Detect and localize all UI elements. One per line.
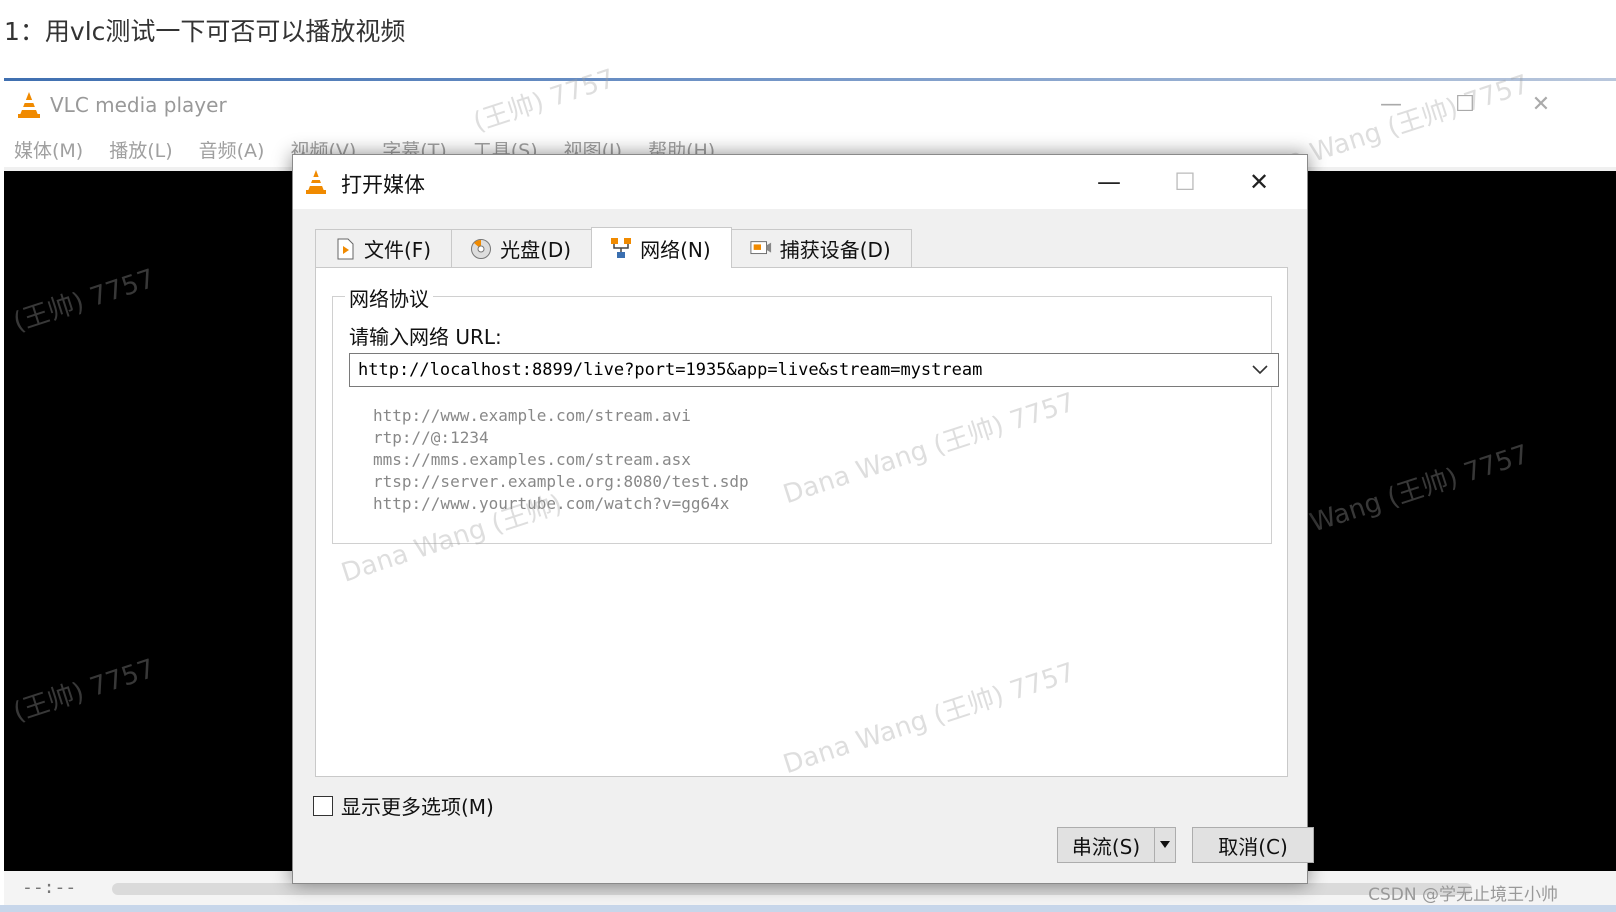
open-media-dialog: 打开媒体 — ☐ ✕ 文件(F) 光盘(D) 网络(N) 捕获设备(D) 网络协… <box>292 154 1314 884</box>
maximize-icon: ☐ <box>1455 91 1475 117</box>
vlc-titlebar: VLC media player — ☐ ✕ <box>4 81 1616 131</box>
show-more-options-label: 显示更多选项(M) <box>341 795 494 819</box>
capture-device-icon <box>750 238 772 260</box>
chevron-down-icon[interactable] <box>1246 358 1274 382</box>
page-bottom-strip <box>0 905 1616 912</box>
show-more-options[interactable]: 显示更多选项(M) <box>313 791 494 820</box>
disc-icon <box>470 238 492 260</box>
minimize-icon: — <box>1097 168 1121 196</box>
tab-capture-device[interactable]: 捕获设备(D) <box>730 229 912 267</box>
example-url: http://www.example.com/stream.avi <box>373 406 691 425</box>
cancel-button[interactable]: 取消(C) <box>1192 827 1314 863</box>
show-more-options-checkbox[interactable] <box>313 795 333 816</box>
dialog-minimize-button[interactable]: — <box>1079 159 1139 205</box>
example-url: http://www.yourtube.com/watch?v=gg64x <box>373 494 730 513</box>
seek-slider[interactable] <box>112 883 1472 895</box>
network-protocol-group: 网络协议 请输入网络 URL: http://www.example.com/s… <box>332 283 1279 544</box>
dialog-close-button[interactable]: ✕ <box>1229 159 1289 205</box>
minimize-button[interactable]: — <box>1360 81 1422 127</box>
network-tab-panel: 网络协议 请输入网络 URL: http://www.example.com/s… <box>315 267 1288 780</box>
vlc-window-title: VLC media player <box>50 93 227 117</box>
example-url: rtp://@:1234 <box>373 428 489 447</box>
close-icon: ✕ <box>1248 168 1270 196</box>
maximize-icon: ☐ <box>1174 168 1196 196</box>
maximize-button[interactable]: ☐ <box>1434 81 1496 127</box>
tab-disc[interactable]: 光盘(D) <box>451 229 593 267</box>
tab-network[interactable]: 网络(N) <box>591 227 732 268</box>
file-icon <box>334 238 356 260</box>
url-label: 请输入网络 URL: <box>349 325 502 349</box>
close-button[interactable]: ✕ <box>1510 81 1572 127</box>
url-input[interactable] <box>350 354 1240 386</box>
time-display: --:-- <box>22 877 77 898</box>
example-url: mms://mms.examples.com/stream.asx <box>373 450 691 469</box>
url-examples: http://www.example.com/stream.avi rtp://… <box>373 405 749 515</box>
close-icon: ✕ <box>1531 91 1551 117</box>
url-combobox[interactable] <box>349 353 1279 387</box>
tab-file[interactable]: 文件(F) <box>315 229 453 267</box>
dialog-maximize-button[interactable]: ☐ <box>1155 159 1215 205</box>
group-title: 网络协议 <box>345 283 433 312</box>
minimize-icon: — <box>1380 91 1402 117</box>
menu-playback[interactable]: 播放(L) <box>109 136 172 163</box>
menu-media[interactable]: 媒体(M) <box>14 136 83 163</box>
network-icon <box>610 237 632 259</box>
article-heading: 1：用vlc测试一下可否可以播放视频 <box>4 17 406 46</box>
example-url: rtsp://server.example.org:8080/test.sdp <box>373 472 749 491</box>
watermark: Dana Wang (王帅) 7757 <box>779 657 1079 781</box>
stream-dropdown-button[interactable] <box>1154 827 1176 863</box>
csdn-watermark: CSDN @学无止境王小帅 <box>1368 885 1558 905</box>
dialog-titlebar: 打开媒体 — ☐ ✕ <box>293 155 1307 209</box>
menu-audio[interactable]: 音频(A) <box>199 136 265 163</box>
media-source-tabs: 文件(F) 光盘(D) 网络(N) 捕获设备(D) <box>315 227 912 268</box>
vlc-cone-icon <box>306 170 326 194</box>
stream-button[interactable]: 串流(S) <box>1057 827 1155 863</box>
vlc-cone-icon <box>18 92 40 118</box>
caret-down-icon <box>1160 841 1170 848</box>
dialog-title: 打开媒体 <box>341 173 425 197</box>
